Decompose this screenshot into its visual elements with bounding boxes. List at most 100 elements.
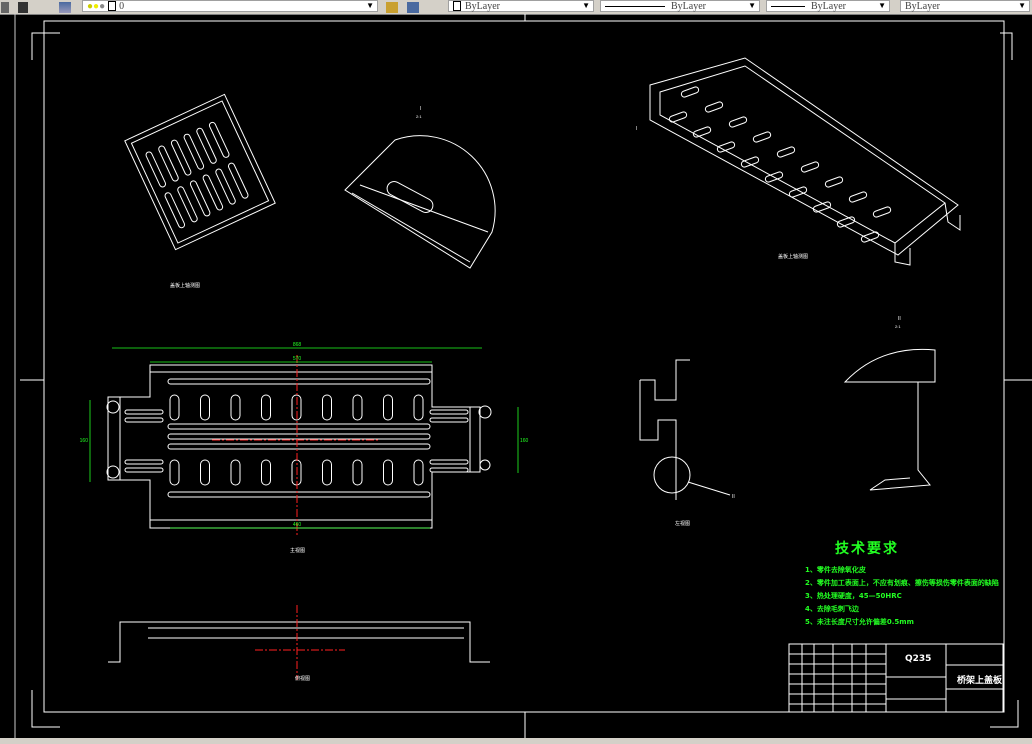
iso-slot: [202, 174, 224, 211]
linetype-preview: [605, 5, 665, 7]
iso-slot: [776, 146, 796, 158]
tech-item: 4、去除毛刺飞边: [805, 605, 859, 613]
linetype-value: ByLayer: [671, 0, 706, 12]
front-view: [108, 605, 490, 680]
wing-slot: [429, 467, 469, 473]
oval-slot: [352, 459, 363, 486]
dim-inner-length: 570: [293, 356, 302, 362]
oval-slot: [261, 394, 271, 421]
chevron-down-icon[interactable]: ▼: [878, 1, 886, 10]
plotstyle-dropdown[interactable]: ByLayer ▼: [900, 0, 1030, 12]
view-label-iso-large: 盖板上轴测图: [778, 253, 808, 260]
tech-item: 3、热处理硬度，45—50HRC: [805, 592, 902, 600]
iso-slot: [800, 161, 820, 173]
iso-slot: [680, 86, 700, 98]
view-label-iso-small: 盖板上轴测图: [170, 282, 200, 289]
corner-marks: [20, 14, 1032, 738]
oval-slot: [230, 394, 241, 421]
oval-slot: [413, 394, 424, 421]
dim-height-left: 160: [80, 438, 89, 444]
layer-manager-icon[interactable]: [59, 1, 71, 13]
iso-slot: [158, 145, 179, 182]
oval-slot: [230, 459, 241, 486]
detail-II-label: II: [898, 316, 901, 322]
dim-overall-length: 868: [293, 342, 302, 348]
detail-I-label: I: [420, 106, 421, 112]
oval-slot: [352, 394, 363, 421]
side-view: [639, 359, 731, 500]
iso-slot: [848, 191, 868, 203]
long-slot: [167, 433, 431, 440]
chevron-down-icon[interactable]: ▼: [366, 1, 374, 10]
status-strip: [0, 738, 1032, 744]
color-swatch-icon: [453, 1, 461, 11]
iso-slot: [704, 101, 724, 113]
layer-previous-icon[interactable]: [407, 1, 419, 13]
make-layer-current-icon[interactable]: [386, 1, 398, 13]
iso-slot: [824, 176, 844, 188]
iso-slot: [183, 133, 205, 170]
part-name: 桥架上盖板: [957, 676, 1003, 686]
isometric-view-small: [124, 93, 276, 251]
long-slot: [167, 443, 431, 450]
leader-II: II: [732, 494, 735, 500]
layer-dropdown[interactable]: ● ● ● 0 ▼: [82, 0, 378, 12]
layer-value: 0: [119, 0, 125, 12]
oval-slot: [322, 394, 332, 421]
oval-slot: [413, 459, 424, 486]
chevron-down-icon[interactable]: ▼: [1018, 1, 1026, 10]
tech-item: 5、未注长度尺寸允许偏差0.5mm: [805, 618, 914, 626]
color-value: ByLayer: [465, 0, 500, 12]
properties-toolbar: ● ● ● 0 ▼ ByLayer ▼ ByLayer ▼ ByLayer ▼ …: [0, 0, 1032, 15]
detail-II-scale: 2:1: [895, 324, 901, 329]
iso-slot: [788, 186, 808, 198]
iso-slot: [227, 162, 249, 199]
view-label-side: 左视图: [675, 520, 690, 527]
wing-slot: [429, 459, 469, 465]
long-slot: [167, 423, 431, 430]
oval-slot: [383, 394, 393, 421]
lock-icon[interactable]: ●: [99, 1, 105, 12]
iso-slot: [196, 127, 217, 164]
iso-slot: [145, 151, 167, 188]
lineweight-value: ByLayer: [811, 0, 846, 12]
chevron-down-icon[interactable]: ▼: [582, 1, 590, 10]
long-slot: [167, 491, 431, 498]
iso-slot: [164, 192, 186, 229]
plotstyle-value: ByLayer: [905, 0, 940, 12]
wing-slot: [124, 459, 164, 465]
oval-slot: [200, 394, 210, 421]
gear-icon[interactable]: [1, 1, 9, 13]
wing-slot: [429, 417, 469, 423]
detail-view-II: [843, 348, 936, 491]
view-label-front: 俯视图: [295, 675, 310, 682]
color-dropdown[interactable]: ByLayer ▼: [448, 0, 594, 12]
oval-slot: [169, 394, 180, 421]
isometric-view-large: [649, 57, 961, 266]
wing-slot: [124, 467, 164, 473]
view-label-plan: 主视图: [290, 547, 305, 554]
iso-slot: [177, 186, 198, 223]
iso-slot: [208, 121, 230, 158]
chevron-down-icon[interactable]: ▼: [748, 1, 756, 10]
iso-slot: [728, 116, 748, 128]
drawing-canvas[interactable]: 868 570 460 160 160 I 2:1 II 2:1 I II 盖板…: [0, 14, 1032, 738]
linetype-dropdown[interactable]: ByLayer ▼: [600, 0, 760, 12]
color-swatch-icon: [108, 1, 117, 11]
wing-slot: [124, 409, 164, 415]
oval-slot: [261, 459, 271, 486]
lineweight-dropdown[interactable]: ByLayer ▼: [766, 0, 890, 12]
tech-title: 技术要求: [835, 541, 899, 557]
plan-view: [89, 347, 519, 535]
tech-item: 1、零件去除氧化皮: [805, 566, 866, 574]
tech-item: 2、零件加工表面上，不应有划痕、擦伤等损伤零件表面的缺陷: [805, 579, 999, 587]
oval-slot: [200, 459, 210, 486]
technical-requirements: 技术要求 1、零件去除氧化皮 2、零件加工表面上，不应有划痕、擦伤等损伤零件表面…: [805, 538, 999, 629]
iso-slot: [872, 206, 892, 218]
dim-height-right: 160: [520, 438, 529, 444]
dim-slot-span: 460: [293, 522, 302, 528]
iso-slot: [740, 156, 760, 168]
iso-slot: [215, 168, 236, 205]
leader-I: I: [636, 126, 637, 132]
save-icon[interactable]: [18, 1, 28, 13]
